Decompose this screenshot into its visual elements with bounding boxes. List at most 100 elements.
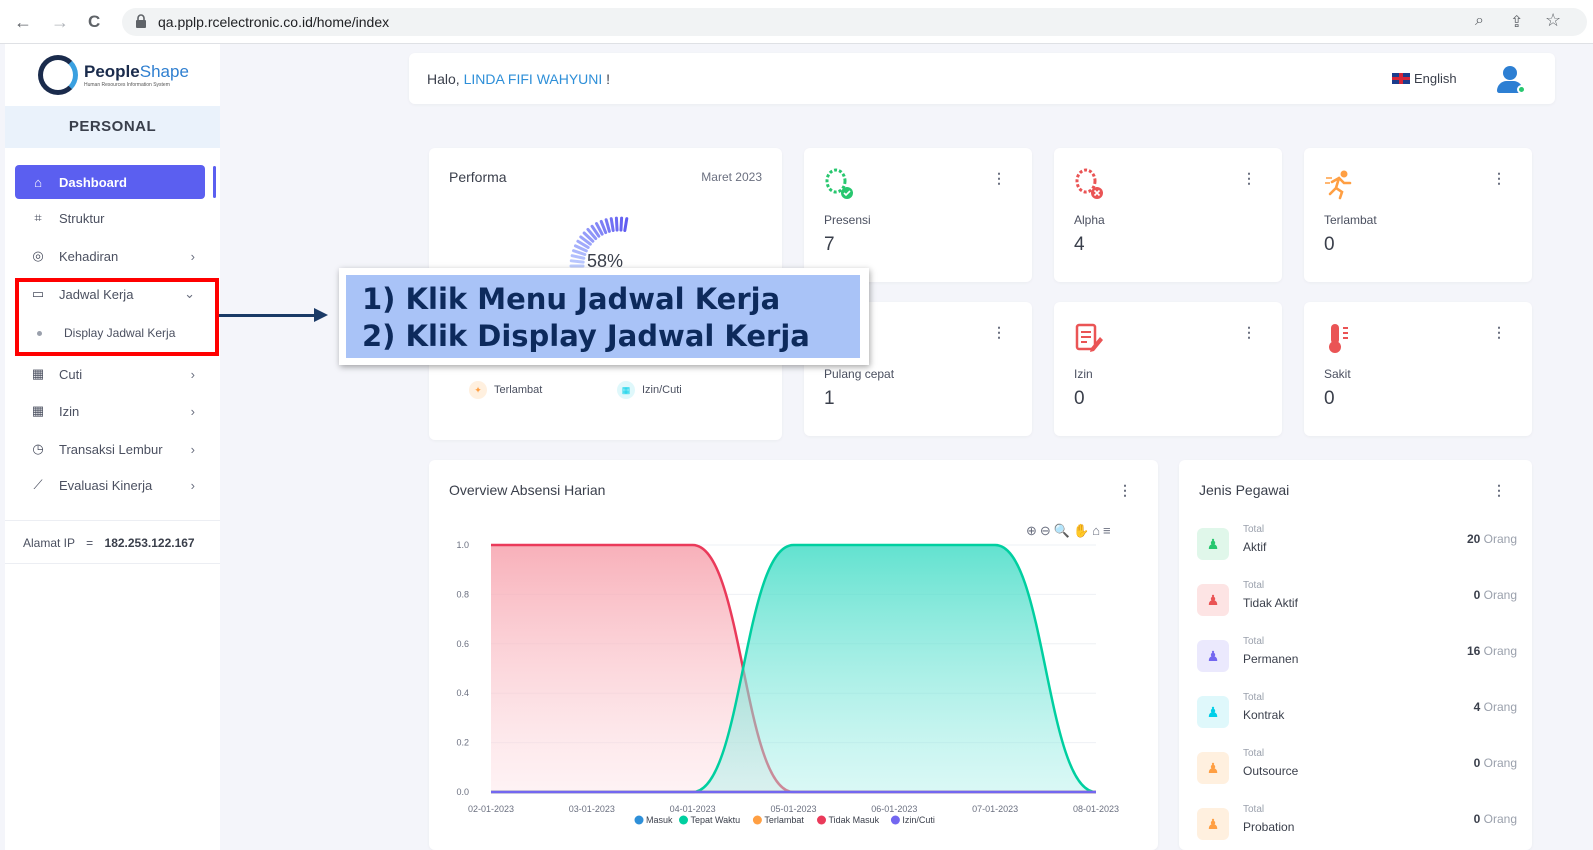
- users-icon: ♟: [1197, 696, 1229, 728]
- instruction-line-2: 2) Klik Display Jadwal Kerja: [362, 319, 810, 353]
- forward-icon[interactable]: →: [51, 12, 69, 33]
- instruction-callout: 1) Klik Menu Jadwal Kerja 2) Klik Displa…: [339, 268, 869, 365]
- sidebar-item-dashboard[interactable]: ⌂ Dashboard: [15, 165, 205, 199]
- stat-value: 0: [1324, 388, 1335, 409]
- reload-icon[interactable]: C: [88, 12, 100, 32]
- jenis-pegawai-row: ♟ Total Kontrak 4 Orang: [1197, 692, 1517, 736]
- total-label: Total: [1243, 524, 1265, 535]
- logo-name-light: Shape: [139, 62, 189, 81]
- performa-period[interactable]: Maret 2023: [701, 170, 762, 184]
- language-selector[interactable]: English: [1392, 71, 1457, 86]
- gauge-tick: [570, 254, 586, 260]
- overview-chart: 1.0 0.8 0.6 0.4 0.2 0.0 02-01-2023 03-01-2023 04…: [456, 540, 1119, 825]
- more-vertical-icon[interactable]: ⋮: [1492, 170, 1506, 187]
- chevron-right-icon: ›: [190, 441, 195, 457]
- logo[interactable]: PeopleShape Human Resources Information …: [5, 44, 220, 106]
- y-tick-label: 0.6: [456, 639, 469, 649]
- y-tick-label: 0.4: [456, 688, 469, 698]
- jenis-pegawai-title: Jenis Pegawai: [1199, 482, 1290, 498]
- user-name: LINDA FIFI WAHYUNI: [463, 71, 603, 87]
- stat-label: Alpha: [1074, 213, 1105, 227]
- ip-label: Alamat IP: [23, 536, 75, 550]
- back-icon[interactable]: ←: [14, 12, 32, 33]
- sidebar-item-evaluasi-kinerja[interactable]: ⟋ Evaluasi Kinerja ›: [15, 468, 205, 502]
- stat-label: Sakit: [1324, 367, 1351, 381]
- legend-label: Terlambat: [494, 384, 543, 396]
- sidebar-item-label: Dashboard: [59, 174, 127, 190]
- language-label: English: [1414, 71, 1457, 86]
- legend-marker: [634, 815, 644, 825]
- more-vertical-icon[interactable]: ⋮: [992, 170, 1006, 187]
- callout-arrow: [219, 314, 320, 317]
- total-label: Total: [1243, 748, 1265, 759]
- sidebar-item-transaksi-lembur[interactable]: ◷ Transaksi Lembur ›: [15, 432, 205, 466]
- bookmark-star-icon[interactable]: ☆: [1545, 10, 1561, 31]
- legend-label: Izin/Cuti: [902, 815, 935, 825]
- employee-type: Aktif: [1243, 540, 1267, 554]
- sidebar-item-izin[interactable]: ▦ Izin ›: [15, 394, 205, 428]
- x-tick-label: 08-01-2023: [1073, 804, 1119, 814]
- more-vertical-icon[interactable]: ⋮: [1492, 324, 1506, 341]
- greeting-prefix: Halo,: [427, 71, 464, 87]
- stat-label: Terlambat: [1324, 213, 1377, 227]
- top-header: Halo, LINDA FIFI WAHYUNI ! English: [409, 53, 1555, 104]
- employee-count: 0 Orang: [1473, 756, 1517, 770]
- sidebar-item-cuti[interactable]: ▦ Cuti ›: [15, 357, 205, 391]
- gauge-tick: [604, 218, 611, 233]
- active-indicator: [213, 166, 216, 198]
- more-vertical-icon[interactable]: ⋮: [1492, 482, 1506, 499]
- fingerprint-x-icon: [1075, 168, 1103, 199]
- sidebar-item-label: Struktur: [59, 210, 105, 226]
- users-icon: ♟: [1197, 808, 1229, 840]
- sidebar-item-label: Transaksi Lembur: [59, 441, 163, 457]
- more-vertical-icon[interactable]: ⋮: [992, 324, 1006, 341]
- employee-count: 16 Orang: [1466, 644, 1517, 658]
- sidebar-item-struktur[interactable]: ⌗ Struktur: [15, 201, 205, 235]
- chart-line-icon: ⟋: [33, 477, 43, 492]
- jenis-pegawai-row: ♟ Total Outsource 0 Orang: [1197, 748, 1517, 792]
- gauge-tick: [569, 259, 585, 264]
- jenis-pegawai-row: ♟ Total Probation 0 Orang: [1197, 804, 1517, 848]
- stat-card-terlambat: ⋮ Terlambat 0: [1304, 148, 1532, 282]
- jenis-pegawai-row: ♟ Total Permanen 16 Orang: [1197, 636, 1517, 680]
- users-icon: ♟: [1197, 584, 1229, 616]
- online-status-icon: [1517, 85, 1526, 94]
- legend-terlambat: ✦ Terlambat: [469, 381, 542, 399]
- section-personal: PERSONAL: [5, 106, 220, 148]
- lock-icon: [136, 14, 146, 28]
- zoom-icon[interactable]: ⌕: [1475, 12, 1484, 30]
- share-icon[interactable]: ⇪: [1510, 12, 1523, 32]
- logo-mark-icon: [38, 55, 78, 95]
- url-text: qa.pplp.rcelectronic.co.id/home/index: [158, 14, 390, 30]
- stat-value: 7: [824, 234, 835, 255]
- stat-value: 4: [1074, 234, 1085, 255]
- employee-type: Permanen: [1243, 652, 1299, 666]
- sidebar: PeopleShape Human Resources Information …: [5, 44, 220, 850]
- logo-name-bold: People: [84, 62, 140, 81]
- employee-type: Outsource: [1243, 764, 1299, 778]
- address-bar[interactable]: qa.pplp.rcelectronic.co.id/home/index ⌕ …: [122, 8, 1587, 36]
- thermometer-icon: [1329, 324, 1348, 353]
- ip-address-row: Alamat IP = 182.253.122.167: [5, 520, 220, 564]
- performa-title: Performa: [449, 169, 507, 185]
- uk-flag-icon: [1392, 73, 1410, 84]
- employee-count: 0 Orang: [1473, 588, 1517, 602]
- more-vertical-icon[interactable]: ⋮: [1242, 324, 1256, 341]
- x-tick-label: 04-01-2023: [670, 804, 716, 814]
- stat-label: Izin: [1074, 367, 1093, 381]
- more-vertical-icon[interactable]: ⋮: [1242, 170, 1256, 187]
- legend-label: Tidak Masuk: [829, 815, 880, 825]
- ip-equals: =: [86, 536, 94, 550]
- instruction-line-1: 1) Klik Menu Jadwal Kerja: [362, 282, 781, 316]
- sitemap-icon: ⌗: [34, 210, 42, 225]
- sidebar-item-label: Evaluasi Kinerja: [59, 477, 153, 493]
- legend-label: Tepat Waktu: [691, 815, 741, 825]
- sidebar-item-kehadiran[interactable]: ◎ Kehadiran ›: [15, 239, 205, 273]
- avatar[interactable]: [1494, 63, 1526, 95]
- jenis-pegawai-card: Jenis Pegawai ⋮ ♟ Total Aktif 20 Orang ♟ Tota…: [1179, 460, 1532, 850]
- jenis-pegawai-row: ♟ Total Tidak Aktif 0 Orang: [1197, 580, 1517, 624]
- x-tick-label: 02-01-2023: [468, 804, 514, 814]
- y-tick-label: 0.0: [456, 787, 469, 797]
- fingerprint-icon: ◎: [32, 248, 44, 263]
- stat-value: 1: [824, 388, 835, 409]
